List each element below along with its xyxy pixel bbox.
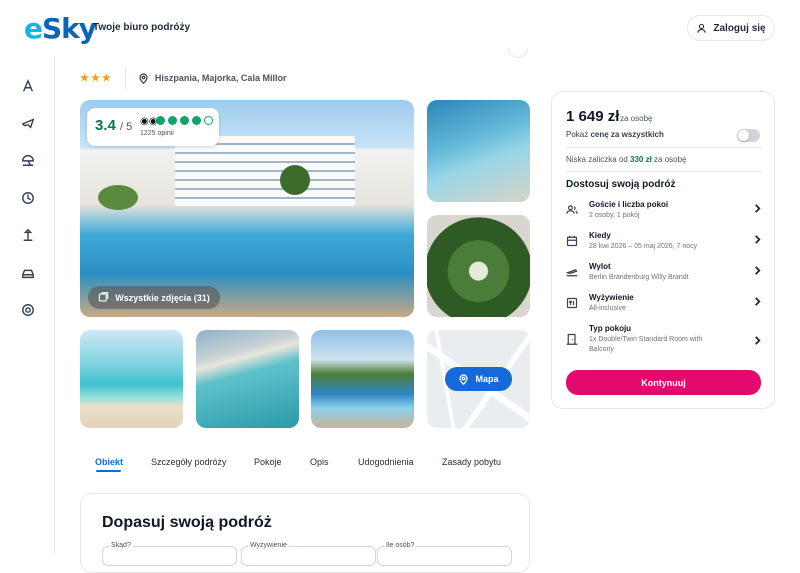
gallery-photo[interactable] [427, 100, 530, 202]
option-title: Wyżywienie [589, 293, 634, 302]
login-button[interactable]: Zaloguj się [687, 15, 775, 41]
beach-icon[interactable] [20, 227, 36, 243]
divider [566, 147, 762, 148]
hotel-icon[interactable] [20, 78, 36, 94]
tripadvisor-icon: ◉◉ [140, 116, 158, 127]
option-value: 1x Double/Twin Standard Room with Balcon… [589, 336, 703, 353]
rating-dot-filled [180, 116, 189, 125]
chevron-right-icon [755, 235, 761, 244]
all-photos-label: Wszystkie zdjęcia (31) [115, 292, 210, 303]
option-flight[interactable]: Wylot Berlin Brandenburg Willy Brandt [566, 262, 762, 292]
rating-dots [156, 116, 213, 125]
field-label: Skąd? [109, 542, 133, 549]
rating-badge: 3.4 / 5 ◉◉ 1225 opinii [87, 108, 219, 146]
show-total-toggle[interactable] [737, 129, 760, 142]
flight-icon[interactable] [20, 115, 36, 131]
support-icon[interactable] [20, 302, 36, 318]
option-value: All-inclusive [589, 305, 626, 312]
sidebar [0, 56, 55, 553]
active-tab-indicator [96, 470, 121, 472]
header: eSky Twoje biuro podróży Zaloguj się [0, 0, 800, 56]
sun-umbrella-icon[interactable] [20, 152, 36, 168]
tab-szczegoly-podrozy[interactable]: Szczegóły podróży [151, 457, 227, 467]
option-title: Kiedy [589, 231, 611, 240]
continue-button[interactable]: Kontynuuj [566, 370, 761, 395]
gallery-photo[interactable] [311, 330, 414, 428]
tab-obiekt[interactable]: Obiekt [95, 457, 123, 467]
location-label: Hiszpania, Majorka, Cala Millor [154, 73, 287, 83]
chevron-right-icon [755, 266, 761, 275]
field-label: Ile osób? [384, 542, 417, 549]
login-label: Zaloguj się [713, 22, 766, 34]
clock-icon[interactable] [20, 190, 36, 206]
map-label: Mapa [475, 374, 499, 384]
hotel-stars: ★★★ [80, 66, 126, 90]
board-field[interactable]: Wyżywienie [241, 542, 376, 566]
option-value: Berlin Brandenburg Willy Brandt [589, 274, 689, 281]
gallery-photo[interactable] [196, 330, 299, 428]
option-value: 28 kwi 2026 – 05 maj 2026, 7 nocy [589, 243, 698, 250]
customize-trip-card: Dopasuj swoją podróż Skąd? Wyżywienie Il… [80, 493, 530, 573]
divider [566, 171, 762, 172]
breadcrumb: ★★★ Hiszpania, Majorka, Cala Millor [80, 66, 286, 90]
booking-panel: 1 649 zł za osobę Pokaż cenę za wszystki… [551, 91, 775, 409]
door-icon [566, 333, 578, 345]
rating-dot-filled [192, 116, 201, 125]
guests-icon [566, 205, 578, 214]
price-unit: za osobę [620, 114, 653, 123]
option-value: 2 osoby, 1 pokój [589, 212, 640, 219]
tab-opis[interactable]: Opis [310, 457, 329, 467]
option-room-type[interactable]: Typ pokoju 1x Double/Twin Standard Room … [566, 324, 762, 360]
tagline: Twoje biuro podróży [93, 22, 191, 33]
palm-tree [98, 185, 138, 210]
hotel-building [175, 136, 355, 206]
tab-pokoje[interactable]: Pokoje [254, 457, 282, 467]
rating-scale: / 5 [120, 121, 133, 133]
scroll-handle[interactable] [508, 48, 528, 58]
guests-field[interactable]: Ile osób? [377, 542, 512, 566]
chevron-right-icon [755, 297, 761, 306]
car-icon[interactable] [20, 265, 36, 281]
tab-zasady-pobytu[interactable]: Zasady pobytu [442, 457, 501, 467]
show-total-label: Pokaż cenę za wszystkich [566, 130, 664, 139]
calendar-icon [566, 235, 578, 247]
esky-logo[interactable]: eSky [24, 12, 97, 45]
palm-tree [280, 165, 310, 195]
departure-field[interactable]: Skąd? [102, 542, 237, 566]
location-pin-icon [139, 72, 148, 84]
price: 1 649 zł [566, 108, 620, 125]
option-title: Goście i liczba pokoi [589, 200, 669, 209]
customize-trip-title: Dopasuj swoją podróż [102, 514, 272, 531]
gallery-photo[interactable] [80, 330, 183, 428]
location-pin-icon [459, 373, 469, 385]
section-tabs: Obiekt Szczegóły podróży Pokoje Opis Udo… [80, 452, 530, 474]
deposit-info: Niska zaliczka od 330 zł za osobę [566, 155, 687, 164]
location[interactable]: Hiszpania, Majorka, Cala Millor [126, 72, 287, 84]
plane-departure-icon [566, 269, 578, 277]
rating-score: 3.4 [95, 117, 116, 134]
option-guests[interactable]: Goście i liczba pokoi 2 osoby, 1 pokój [566, 200, 762, 230]
review-count: 1225 opinii [140, 130, 174, 137]
tab-udogodnienia[interactable]: Udogodnienia [358, 457, 414, 467]
user-icon [697, 23, 707, 33]
rating-dot-filled [156, 116, 165, 125]
option-board[interactable]: Wyżywienie All-inclusive [566, 293, 762, 323]
gallery-photo[interactable] [427, 215, 530, 317]
option-title: Wylot [589, 262, 611, 271]
customize-heading: Dostosuj swoją podróż [566, 179, 676, 190]
field-label: Wyżywienie [248, 542, 289, 549]
rating-dot-filled [168, 116, 177, 125]
gallery-icon [99, 292, 109, 302]
map-button[interactable]: Mapa [445, 367, 512, 391]
chevron-right-icon [755, 204, 761, 213]
meal-icon [566, 297, 578, 309]
option-title: Typ pokoju [589, 324, 632, 333]
rating-dot-empty [204, 116, 213, 125]
all-photos-button[interactable]: Wszystkie zdjęcia (31) [88, 286, 220, 309]
option-dates[interactable]: Kiedy 28 kwi 2026 – 05 maj 2026, 7 nocy [566, 231, 762, 261]
chevron-right-icon [755, 336, 761, 345]
